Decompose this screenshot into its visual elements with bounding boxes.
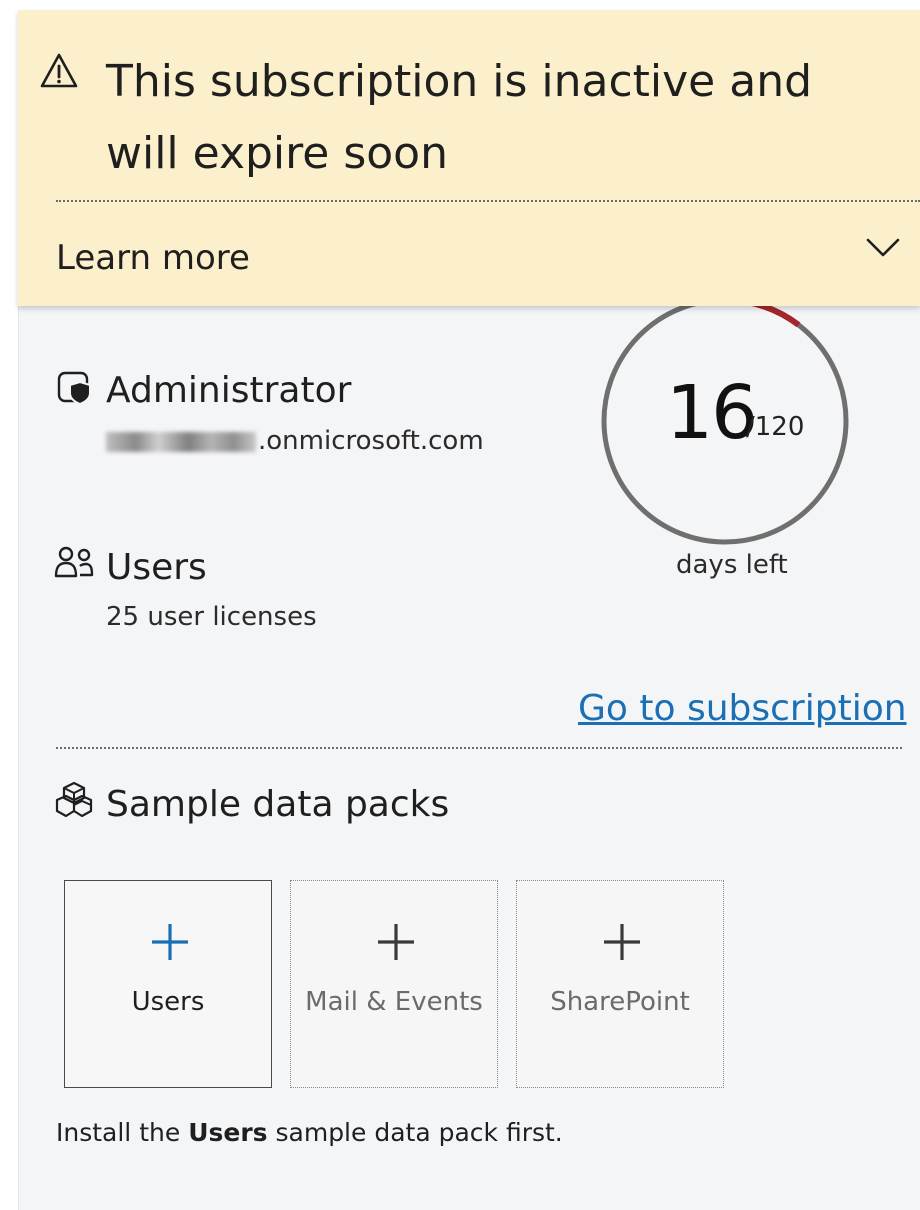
redacted-domain bbox=[106, 431, 256, 452]
pack-tile-mail-events[interactable]: Mail & Events bbox=[290, 880, 498, 1088]
plus-icon bbox=[152, 924, 188, 960]
plus-icon bbox=[378, 924, 414, 960]
admin-shield-icon bbox=[57, 371, 91, 406]
pack-tile-users[interactable]: Users bbox=[64, 880, 272, 1088]
cubes-icon bbox=[55, 781, 93, 818]
hint-suffix: sample data pack first. bbox=[267, 1118, 563, 1147]
pack-tile-sharepoint[interactable]: SharePoint bbox=[516, 880, 724, 1088]
domain-suffix: .onmicrosoft.com bbox=[258, 426, 484, 456]
plus-icon bbox=[604, 924, 640, 960]
learn-more-toggle[interactable]: Learn more bbox=[56, 238, 250, 278]
pack-tile-label: SharePoint bbox=[550, 987, 690, 1017]
sample-data-packs-title: Sample data packs bbox=[106, 784, 450, 825]
pack-tile-label: Mail & Events bbox=[305, 987, 483, 1017]
go-to-subscription-link[interactable]: Go to subscription bbox=[578, 688, 907, 729]
chevron-down-icon[interactable] bbox=[864, 232, 902, 262]
pack-tile-label: Users bbox=[131, 987, 205, 1017]
days-remaining: 16 bbox=[666, 370, 758, 456]
warning-icon bbox=[40, 53, 78, 88]
install-hint: Install the Users sample data pack first… bbox=[56, 1118, 563, 1147]
inactive-subscription-banner: This subscription is inactive and will e… bbox=[18, 10, 920, 306]
days-total: /120 bbox=[746, 412, 805, 442]
banner-divider bbox=[56, 200, 920, 202]
users-licenses: 25 user licenses bbox=[106, 602, 317, 632]
admin-label: Administrator bbox=[106, 370, 352, 411]
users-label: Users bbox=[106, 547, 207, 588]
section-divider bbox=[56, 747, 902, 749]
banner-title: This subscription is inactive and will e… bbox=[106, 56, 813, 179]
hint-prefix: Install the bbox=[56, 1118, 189, 1147]
hint-bold: Users bbox=[188, 1118, 268, 1147]
admin-domain: .onmicrosoft.com bbox=[106, 426, 484, 456]
users-icon bbox=[54, 546, 94, 578]
